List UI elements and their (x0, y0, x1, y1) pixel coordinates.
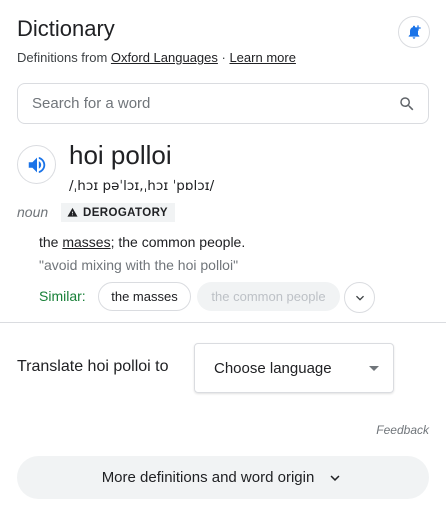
more-definitions-button[interactable]: More definitions and word origin (17, 456, 429, 499)
similar-chip-the-masses[interactable]: the masses (98, 282, 191, 311)
page-title: Dictionary (17, 16, 115, 41)
similar-label: Similar: (39, 288, 86, 304)
example-sentence: "avoid mixing with the hoi polloi" (39, 257, 239, 273)
learn-more-link[interactable]: Learn more (229, 50, 295, 65)
definition: the masses; the common people. (39, 234, 245, 250)
usage-label-text: DEROGATORY (83, 206, 168, 219)
separator: · (217, 50, 230, 65)
search-icon[interactable] (398, 95, 416, 113)
divider (0, 322, 446, 323)
chevron-down-icon (355, 295, 364, 301)
speaker-icon (28, 156, 45, 173)
similar-chip-the-common-people[interactable]: the common people (197, 282, 340, 311)
source-line: Definitions from Oxford Languages · Lear… (17, 50, 296, 65)
headword: hoi polloi (69, 140, 172, 170)
search-input[interactable] (32, 95, 398, 112)
warning-icon (67, 207, 78, 217)
dropdown-arrow-icon (369, 365, 379, 371)
search-box[interactable] (17, 83, 429, 124)
part-of-speech: noun (17, 204, 49, 220)
usage-label-badge: DEROGATORY (61, 203, 175, 222)
chevron-down-icon (330, 474, 340, 481)
more-definitions-label: More definitions and word origin (101, 469, 315, 486)
bell-plus-icon (408, 25, 421, 39)
definition-prefix: the (39, 234, 63, 250)
language-select-value: Choose language (214, 359, 332, 377)
definition-suffix: ; the common people. (110, 234, 246, 250)
expand-similar-button[interactable] (344, 282, 375, 313)
translate-label: Translate hoi polloi to (17, 358, 169, 375)
pronunciation-button[interactable] (17, 145, 56, 184)
masses-link[interactable]: masses (62, 234, 110, 250)
oxford-languages-link[interactable]: Oxford Languages (111, 50, 218, 65)
language-select[interactable]: Choose language (194, 343, 394, 393)
feedback-link[interactable]: Feedback (376, 423, 429, 437)
add-alert-button[interactable] (398, 16, 430, 48)
subtitle-prefix: Definitions from (17, 50, 111, 65)
phonetic-spelling: /ˌhɔɪ pəˈlɔɪ,ˌhɔɪ ˈpɒlɔɪ/ (69, 178, 215, 194)
